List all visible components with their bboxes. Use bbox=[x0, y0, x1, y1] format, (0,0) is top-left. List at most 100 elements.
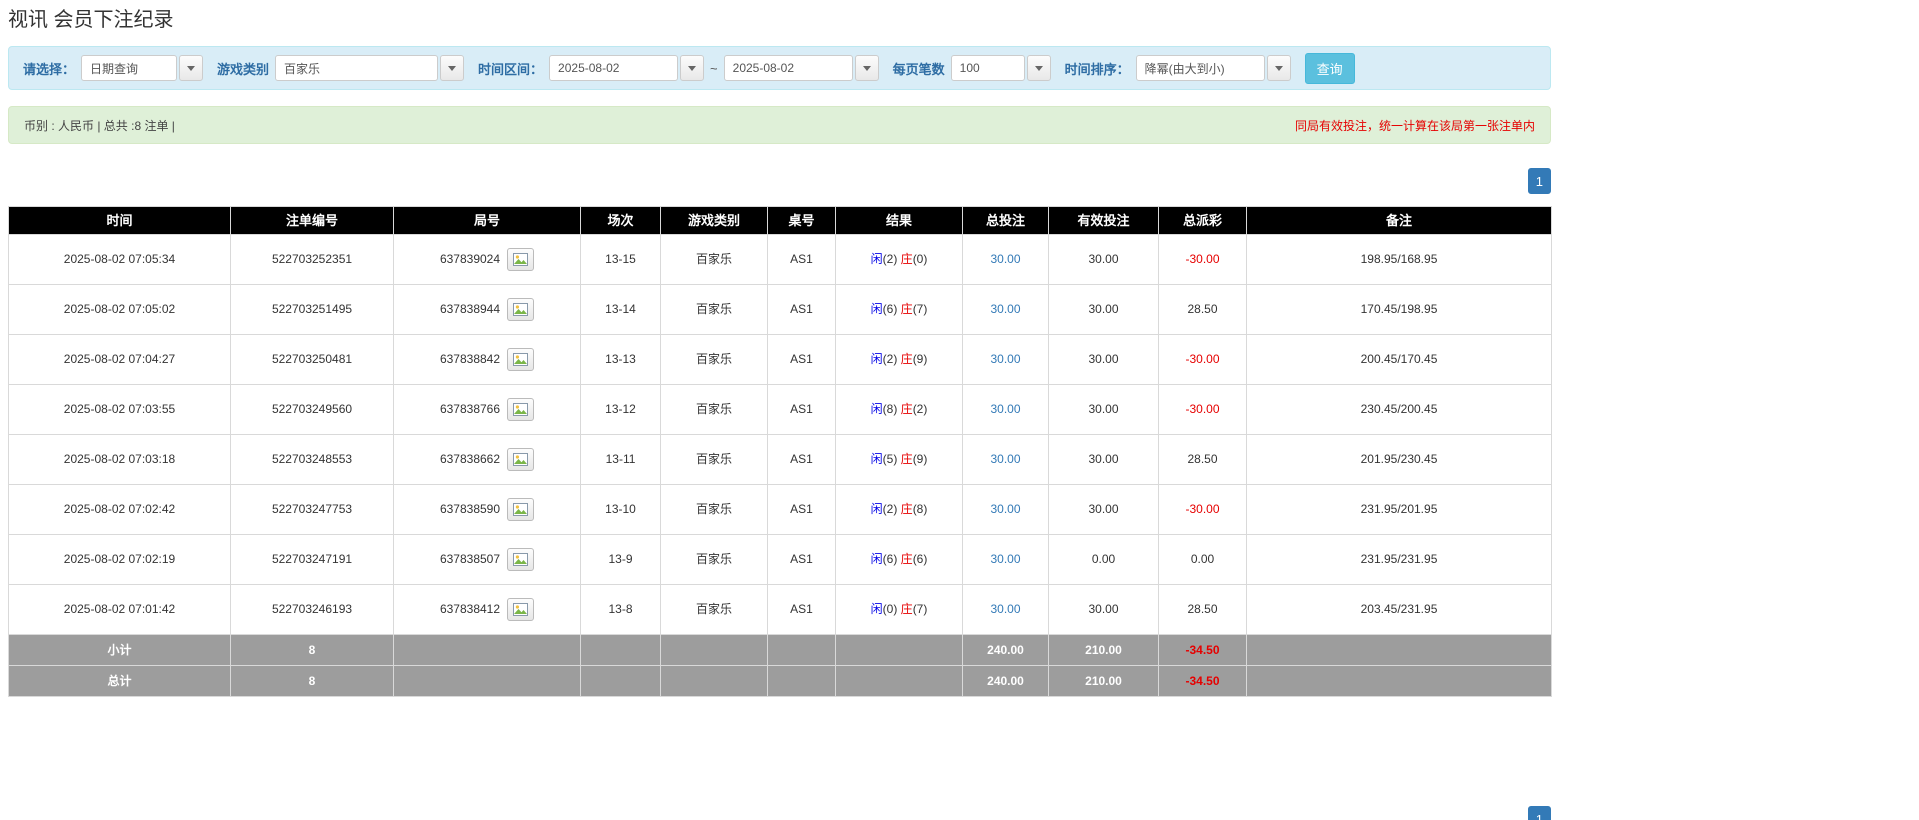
cell-note: 230.45/200.45 bbox=[1246, 384, 1552, 435]
cell-result: 闲(0) 庄(7) bbox=[835, 584, 963, 635]
total-bet-link[interactable]: 30.00 bbox=[990, 552, 1020, 566]
cell-bet-id: 522703246193 bbox=[230, 584, 394, 635]
total-bet-link[interactable]: 30.00 bbox=[990, 402, 1020, 416]
cell-payout: 28.50 bbox=[1158, 284, 1247, 335]
cell-note: 170.45/198.95 bbox=[1246, 284, 1552, 335]
header-payout: 总派彩 bbox=[1158, 206, 1247, 235]
cell-round-id: 637838412 bbox=[393, 584, 581, 635]
chevron-down-icon bbox=[1274, 65, 1283, 71]
game-type-select[interactable]: 百家乐 bbox=[275, 55, 465, 81]
cell-time: 2025-08-02 07:02:42 bbox=[8, 484, 231, 535]
cell-game-type: 百家乐 bbox=[660, 334, 768, 385]
per-page-label: 每页笔数 bbox=[892, 61, 945, 77]
view-round-button[interactable] bbox=[507, 298, 535, 321]
cell-bet-id: 522703252351 bbox=[230, 234, 394, 285]
per-page-caret-button[interactable] bbox=[1026, 55, 1051, 81]
cell-result: 闲(2) 庄(9) bbox=[835, 334, 963, 385]
date-to-select[interactable]: 2025-08-02 bbox=[723, 55, 879, 81]
chevron-down-icon bbox=[1034, 65, 1043, 71]
total-bet-link[interactable]: 30.00 bbox=[990, 302, 1020, 316]
cell-session: 13-15 bbox=[580, 234, 661, 285]
total-valid-bet: 210.00 bbox=[1048, 665, 1159, 697]
cell-total-bet: 30.00 bbox=[962, 334, 1049, 385]
cell-note: 231.95/201.95 bbox=[1246, 484, 1552, 535]
cell-payout: -30.00 bbox=[1158, 334, 1247, 385]
cell-table-no: AS1 bbox=[767, 334, 836, 385]
bet-records-table: 时间 注单编号 局号 场次 游戏类别 桌号 结果 总投注 有效投注 总派彩 备注… bbox=[8, 206, 1552, 697]
view-round-button[interactable] bbox=[507, 248, 535, 271]
view-round-button[interactable] bbox=[507, 398, 535, 421]
cell-game-type: 百家乐 bbox=[660, 284, 768, 335]
page-title: 视讯 会员下注纪录 bbox=[8, 9, 174, 31]
total-bet-link[interactable]: 30.00 bbox=[990, 452, 1020, 466]
sort-select[interactable]: 降幂(由大到小) bbox=[1135, 55, 1291, 81]
view-round-button[interactable] bbox=[507, 548, 535, 571]
round-snapshot-icon bbox=[513, 303, 529, 316]
total-bet-link[interactable]: 30.00 bbox=[990, 502, 1020, 516]
cell-note: 231.95/231.95 bbox=[1246, 534, 1552, 585]
player-result-count: (2) bbox=[882, 252, 898, 266]
header-note: 备注 bbox=[1246, 206, 1552, 235]
cell-valid-bet: 30.00 bbox=[1048, 234, 1159, 285]
subtotal-total-bet: 240.00 bbox=[962, 634, 1049, 666]
game-type-label: 游戏类别 bbox=[217, 61, 270, 77]
game-type-group: 游戏类别 百家乐 bbox=[217, 55, 465, 81]
cell-note: 200.45/170.45 bbox=[1246, 334, 1552, 385]
cell-session: 13-10 bbox=[580, 484, 661, 535]
total-bet-link[interactable]: 30.00 bbox=[990, 252, 1020, 266]
date-from-select[interactable]: 2025-08-02 bbox=[549, 55, 705, 81]
cell-game-type: 百家乐 bbox=[660, 484, 768, 535]
view-round-button[interactable] bbox=[507, 498, 535, 521]
round-id-text: 637838412 bbox=[439, 602, 501, 616]
cell-total-bet: 30.00 bbox=[962, 534, 1049, 585]
cell-result: 闲(8) 庄(2) bbox=[835, 384, 963, 435]
round-id-text: 637838590 bbox=[439, 502, 501, 516]
view-round-button[interactable] bbox=[507, 598, 535, 621]
cell-payout: 28.50 bbox=[1158, 584, 1247, 635]
sort-caret-button[interactable] bbox=[1266, 55, 1291, 81]
cell-result: 闲(2) 庄(0) bbox=[835, 234, 963, 285]
table-row: 2025-08-02 07:04:27 522703250481 6378388… bbox=[8, 334, 1552, 385]
cell-round-id: 637839024 bbox=[393, 234, 581, 285]
date-to-caret-button[interactable] bbox=[854, 55, 879, 81]
page-1-button[interactable]: 1 bbox=[1527, 168, 1551, 194]
date-from-caret-button[interactable] bbox=[680, 55, 705, 81]
round-snapshot-icon bbox=[513, 353, 529, 366]
cell-result: 闲(6) 庄(6) bbox=[835, 534, 963, 585]
query-type-select[interactable]: 日期查询 bbox=[81, 55, 204, 81]
total-bet-link[interactable]: 30.00 bbox=[990, 602, 1020, 616]
player-result-label: 闲 bbox=[870, 352, 883, 366]
search-button[interactable]: 查询 bbox=[1304, 52, 1355, 84]
view-round-button[interactable] bbox=[507, 348, 535, 371]
view-round-button[interactable] bbox=[507, 448, 535, 471]
player-result-count: (2) bbox=[882, 502, 898, 516]
game-type-value: 百家乐 bbox=[275, 55, 439, 81]
banker-result-count: (7) bbox=[912, 602, 928, 616]
cell-total-bet: 30.00 bbox=[962, 384, 1049, 435]
cell-valid-bet: 30.00 bbox=[1048, 284, 1159, 335]
cell-result: 闲(6) 庄(7) bbox=[835, 284, 963, 335]
banker-result-count: (7) bbox=[912, 302, 928, 316]
date-from-value: 2025-08-02 bbox=[549, 55, 679, 81]
player-result-label: 闲 bbox=[870, 602, 883, 616]
query-type-caret-button[interactable] bbox=[179, 55, 204, 81]
cell-time: 2025-08-02 07:03:55 bbox=[8, 384, 231, 435]
round-id-text: 637838662 bbox=[439, 452, 501, 466]
banker-result-count: (6) bbox=[912, 552, 928, 566]
game-type-caret-button[interactable] bbox=[440, 55, 465, 81]
filter-bar: 请选择： 日期查询 游戏类别 百家乐 时间区间： 2025-08-02 ~ 20… bbox=[8, 46, 1551, 90]
round-snapshot-icon bbox=[513, 453, 529, 466]
cell-payout: 0.00 bbox=[1158, 534, 1247, 585]
total-row: 总计 8 240.00 210.00 -34.50 bbox=[8, 665, 1552, 697]
round-id-text: 637838842 bbox=[439, 352, 501, 366]
player-result-label: 闲 bbox=[870, 252, 883, 266]
table-summary: 小计 8 240.00 210.00 -34.50 总计 8 240.00 21… bbox=[8, 634, 1552, 697]
total-bet-link[interactable]: 30.00 bbox=[990, 352, 1020, 366]
round-id-text: 637838944 bbox=[439, 302, 501, 316]
cell-total-bet: 30.00 bbox=[962, 284, 1049, 335]
cell-valid-bet: 0.00 bbox=[1048, 534, 1159, 585]
cell-round-id: 637838944 bbox=[393, 284, 581, 335]
page-1-button-bottom[interactable]: 1 bbox=[1527, 806, 1551, 820]
cell-time: 2025-08-02 07:01:42 bbox=[8, 584, 231, 635]
per-page-select[interactable]: 100 bbox=[950, 55, 1051, 81]
